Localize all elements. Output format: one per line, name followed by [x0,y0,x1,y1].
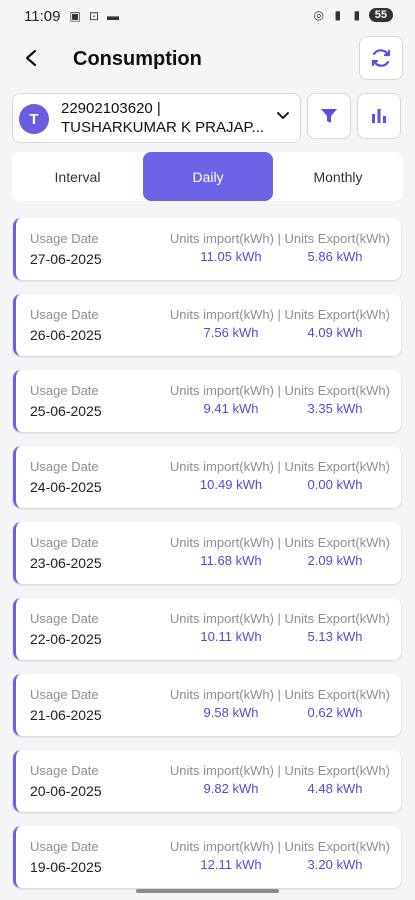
units-header: Units import(kWh) | Units Export(kWh) [169,383,390,398]
usage-card[interactable]: Usage Date 22-06-2025 Units import(kWh) … [13,598,401,660]
usage-date: 22-06-2025 [30,631,102,647]
units-import: 9.58 kWh [203,705,259,720]
screenshot-icon: ⊡ [88,9,100,23]
usage-date: 27-06-2025 [30,251,102,267]
usage-card[interactable]: Usage Date 19-06-2025 Units import(kWh) … [13,826,401,888]
usage-card[interactable]: Usage Date 25-06-2025 Units import(kWh) … [13,370,401,432]
usage-card[interactable]: Usage Date 20-06-2025 Units import(kWh) … [13,750,401,812]
usage-card[interactable]: Usage Date 21-06-2025 Units import(kWh) … [13,674,401,736]
usage-date-label: Usage Date [30,687,99,702]
tab-monthly[interactable]: Monthly [273,152,403,201]
units-header: Units import(kWh) | Units Export(kWh) [169,307,390,322]
units-header: Units import(kWh) | Units Export(kWh) [169,839,390,854]
account-number: 22902103620 | [61,100,161,117]
usage-date-label: Usage Date [30,459,99,474]
hotspot-icon: ◎ [313,8,324,22]
usage-date-label: Usage Date [30,839,99,854]
units-export: 4.09 kWh [307,325,363,340]
tab-interval[interactable]: Interval [12,152,143,201]
avatar: T [19,104,49,134]
back-arrow-icon [25,49,37,67]
usage-card[interactable]: Usage Date 24-06-2025 Units import(kWh) … [13,446,401,508]
signal-icon: ▮ [353,8,361,22]
usage-date-label: Usage Date [30,231,99,246]
status-time: 11:09 [24,8,61,25]
units-import: 12.11 kWh [200,857,262,872]
period-tabs: Interval Daily Monthly [12,152,403,201]
usage-date: 25-06-2025 [30,403,102,419]
units-header: Units import(kWh) | Units Export(kWh) [169,611,390,626]
units-header: Units import(kWh) | Units Export(kWh) [169,687,390,702]
back-button[interactable] [18,45,44,71]
units-export: 2.09 kWh [307,553,363,568]
bar-chart-icon [372,109,386,123]
usage-date-label: Usage Date [30,383,99,398]
units-import: 11.68 kWh [200,553,262,568]
account-name: TUSHARKUMAR K PRAJAP... [61,119,265,136]
tab-daily[interactable]: Daily [143,152,273,201]
units-import: 10.11 kWh [200,629,262,644]
page-title: Consumption [73,48,202,70]
units-import: 7.56 kWh [203,325,259,340]
home-indicator [136,889,279,893]
units-export: 5.13 kWh [307,629,363,644]
usage-date: 24-06-2025 [30,479,102,495]
units-header: Units import(kWh) | Units Export(kWh) [169,231,390,246]
usage-date: 26-06-2025 [30,327,102,343]
refresh-button[interactable] [359,36,403,80]
usage-card[interactable]: Usage Date 23-06-2025 Units import(kWh) … [13,522,401,584]
units-header: Units import(kWh) | Units Export(kWh) [169,535,390,550]
message-icon: ▬ [107,9,119,23]
usage-date: 19-06-2025 [30,859,102,875]
usage-date-label: Usage Date [30,611,99,626]
usage-card[interactable]: Usage Date 26-06-2025 Units import(kWh) … [13,294,401,356]
usage-date: 20-06-2025 [30,783,102,799]
battery-icon: 55 [368,8,393,22]
account-row: T 22902103620 | TUSHARKUMAR K PRAJAP... [12,93,401,143]
chevron-down-icon [277,112,289,119]
units-export: 5.86 kWh [307,249,363,264]
image-icon: ▣ [69,9,81,23]
chart-button[interactable] [357,93,401,139]
usage-date-label: Usage Date [30,763,99,778]
filter-button[interactable] [307,93,351,139]
units-export: 0.62 kWh [307,705,363,720]
units-import: 9.82 kWh [203,781,259,796]
usage-date: 23-06-2025 [30,555,102,571]
units-export: 0.00 kWh [307,477,363,492]
units-export: 3.35 kWh [307,401,363,416]
signal-icon: ▮ [334,8,342,22]
units-import: 11.05 kWh [200,249,262,264]
units-import: 9.41 kWh [203,401,259,416]
units-export: 3.20 kWh [307,857,363,872]
usage-date: 21-06-2025 [30,707,102,723]
units-import: 10.49 kWh [199,477,263,492]
filter-icon [321,109,337,123]
status-bar: 11:09 ▣ ⊡ ▬ ◎ ▮ ▮ 55 [0,0,415,34]
units-export: 4.48 kWh [307,781,363,796]
usage-date-label: Usage Date [30,307,99,322]
app-header: Consumption [0,36,415,82]
units-header: Units import(kWh) | Units Export(kWh) [169,763,390,778]
refresh-icon [371,49,391,67]
account-selector[interactable]: T 22902103620 | TUSHARKUMAR K PRAJAP... [12,93,301,143]
units-header: Units import(kWh) | Units Export(kWh) [169,459,390,474]
usage-card[interactable]: Usage Date 27-06-2025 Units import(kWh) … [13,218,401,280]
usage-date-label: Usage Date [30,535,99,550]
